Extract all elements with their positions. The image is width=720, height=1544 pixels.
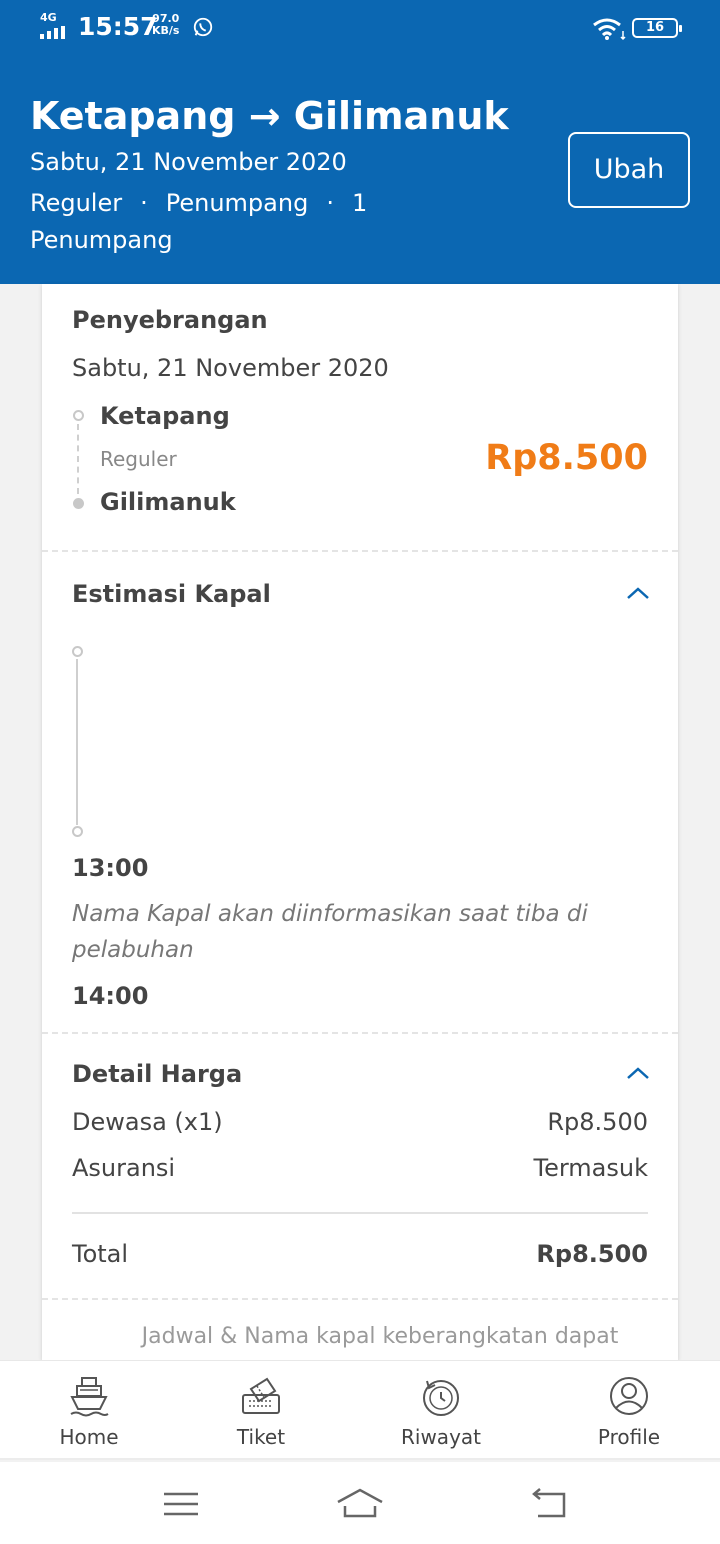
- booking-detail-card: Penyebrangan Sabtu, 21 November 2020 Ket…: [42, 284, 678, 1360]
- nav-ticket[interactable]: Tiket: [201, 1361, 321, 1461]
- whatsapp-icon: [193, 17, 213, 37]
- arrow-right-icon: →: [248, 94, 281, 138]
- back-icon[interactable]: [524, 1484, 574, 1524]
- wifi-icon: [593, 18, 626, 41]
- divider: [72, 1212, 648, 1214]
- divider: [42, 1298, 678, 1300]
- timeline-line: [76, 659, 78, 825]
- departure-time: 13:00: [72, 854, 149, 882]
- travel-meta: Reguler · Penumpang · 1 Penumpang: [30, 185, 390, 259]
- nav-label: Tiket: [236, 1425, 286, 1449]
- arrival-marker-icon: [72, 826, 83, 837]
- route-title: Ketapang → Gilimanuk: [30, 94, 509, 138]
- origin-marker-icon: [73, 410, 84, 421]
- clock: 15:57: [78, 12, 158, 41]
- passenger-type: Penumpang: [165, 189, 309, 217]
- nav-profile[interactable]: Profile: [569, 1361, 689, 1461]
- divider: [42, 550, 678, 552]
- system-navigation-bar: [0, 1462, 720, 1544]
- network-type: 4G: [40, 11, 57, 24]
- ship-name-note: Nama Kapal akan diinformasikan saat tiba…: [72, 901, 588, 963]
- home-icon[interactable]: [335, 1484, 385, 1524]
- destination-marker-icon: [73, 498, 84, 509]
- history-icon: [423, 1380, 459, 1416]
- nav-label: Home: [59, 1425, 119, 1449]
- price-row-label: Asuransi: [72, 1154, 176, 1182]
- route-destination: Gilimanuk: [293, 94, 509, 138]
- signal-icon: [40, 26, 65, 39]
- ship-icon: [70, 1377, 109, 1417]
- separator-dot: ·: [326, 189, 334, 217]
- price-row-value: Rp8.500: [547, 1108, 648, 1136]
- service-class: Reguler: [30, 189, 123, 217]
- chevron-up-icon[interactable]: [626, 1066, 650, 1080]
- arrival-time: 14:00: [72, 982, 149, 1010]
- search-summary-header: Ketapang → Gilimanuk Sabtu, 21 November …: [0, 58, 720, 284]
- price-row-value: Termasuk: [533, 1154, 649, 1182]
- nav-history[interactable]: Riwayat: [381, 1361, 501, 1461]
- chevron-up-icon[interactable]: [626, 586, 650, 600]
- bottom-navigation: Home Tiket Riwayat Profile: [0, 1360, 720, 1460]
- trip-date: Sabtu, 21 November 2020: [72, 354, 389, 382]
- nav-label: Profile: [597, 1425, 661, 1449]
- nav-label: Riwayat: [401, 1425, 481, 1449]
- route-origin: Ketapang: [30, 94, 236, 138]
- travel-date: Sabtu, 21 November 2020: [30, 148, 347, 176]
- network-speed: 97.0 KB/s: [152, 13, 179, 37]
- total-label: Total: [72, 1240, 129, 1268]
- trip-origin: Ketapang: [100, 402, 230, 430]
- speed-unit: KB/s: [152, 24, 180, 37]
- trip-destination: Gilimanuk: [100, 488, 236, 516]
- divider: [42, 1032, 678, 1034]
- menu-icon[interactable]: [156, 1484, 206, 1524]
- trip-price: Rp8.500: [485, 438, 648, 478]
- price-row-label: Dewasa (x1): [72, 1108, 223, 1136]
- section-title-ship-estimate: Estimasi Kapal: [72, 580, 271, 608]
- status-bar: 4G 15:57 97.0 KB/s 16: [0, 0, 720, 58]
- section-title-crossing: Penyebrangan: [72, 306, 268, 334]
- profile-icon: [610, 1377, 648, 1415]
- nav-home[interactable]: Home: [29, 1361, 149, 1461]
- departure-marker-icon: [72, 646, 83, 657]
- schedule-note: Jadwal & Nama kapal keberangkatan dapat: [141, 1324, 619, 1349]
- trip-class: Reguler: [100, 447, 177, 471]
- separator-dot: ·: [140, 189, 148, 217]
- section-title-price-detail: Detail Harga: [72, 1060, 243, 1088]
- total-value: Rp8.500: [536, 1240, 648, 1268]
- route-line: [77, 424, 79, 494]
- change-search-button[interactable]: Ubah: [568, 132, 690, 208]
- battery-icon: 16: [632, 18, 682, 38]
- ticket-icon: [242, 1377, 280, 1414]
